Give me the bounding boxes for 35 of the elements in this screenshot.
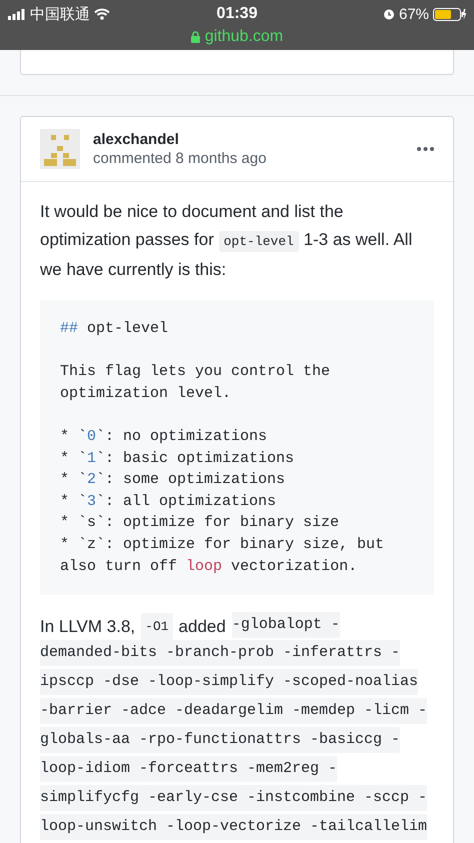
more-icon[interactable] [417,147,434,151]
author-name[interactable]: alexchandel [93,131,404,148]
signal-icon [8,8,26,20]
battery-icon [433,8,466,20]
code-line: ## opt-level [60,319,170,339]
code-line: * `0`: no optimizations [60,426,268,447]
code-line: optimization level. [60,384,232,404]
note-text: added [178,616,226,637]
carrier-name: 中国联通 [30,4,90,24]
code-line: * `s`: optimize for binary size [60,513,340,534]
inline-code: simplifycfg -early-cse -instcombine -sccp - [40,785,428,812]
avatar-icon [40,129,80,169]
wifi-icon [94,8,110,20]
inline-code: globals-aa -rpo-functionattrs -basiccg - [40,727,400,754]
inline-code: -barrier -adce -deadargelim -memdep -licm - [40,698,428,724]
inline-code: -globalopt - [232,612,340,638]
inline-code: loop-unswitch -loop-vectorize -tailcallelim [40,814,428,840]
clock-time: 01:39 [216,5,258,23]
lock-icon [190,31,200,43]
code-line: * `3`: all optimizations [60,492,278,512]
page-url[interactable]: github.com [204,28,284,46]
comment-timestamp: commented 8 months ago [93,150,268,167]
inline-code: ipsccp -dse -loop-simplify -scoped-noalias [40,669,418,696]
code-line: * `z`: optimize for binary size, but [60,534,386,555]
alarm-icon [382,8,395,20]
battery-percent: 67% [398,6,430,22]
code-line: This flag lets you control the [60,362,332,382]
comment-paragraph: It would be nice to document and list the optimization passes for opt-level 1-3 as well. All we have currently is this: [40,201,414,281]
note-text: In LLVM 3.8, [40,616,136,637]
inline-code: demanded-bits -branch-prob -inferattrs - [40,640,400,666]
code-line: also turn off loop vectorization. [60,556,358,577]
code-line: * `2`: some optimizations [60,470,286,490]
inline-code: loop-idiom -forceattrs -mem2reg - [40,756,338,782]
code-line: * `1`: basic optimizations [60,448,296,469]
inline-code: -O1 [141,612,173,641]
